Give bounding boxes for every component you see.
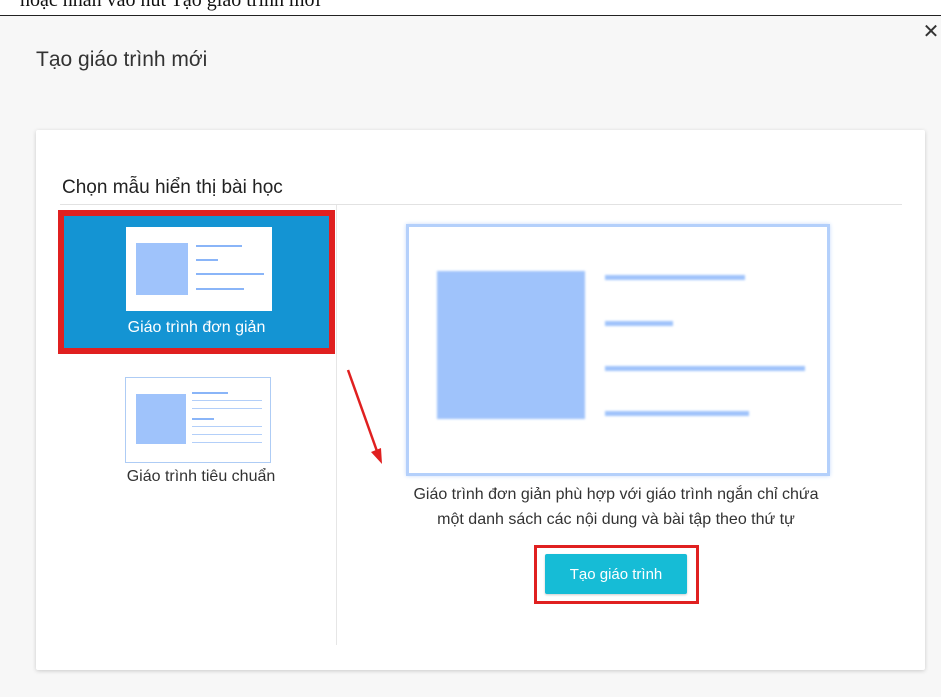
dialog-title: Tạo giáo trình mới	[36, 48, 208, 71]
column-divider	[336, 205, 337, 645]
template-picker-card: Chọn mẫu hiển thị bài học Giáo trình đơn…	[36, 130, 925, 670]
section-divider	[60, 204, 902, 205]
instruction-text: hoặc nhấn vào nút Tạo giáo trình mới	[20, 0, 321, 11]
close-icon[interactable]: ✕	[917, 18, 941, 46]
template-description: Giáo trình đơn giản phù hợp với giáo trì…	[356, 482, 876, 532]
simple-layout-icon	[136, 243, 264, 295]
description-line-1: Giáo trình đơn giản phù hợp với giáo trì…	[413, 486, 819, 503]
preview-layout-icon	[437, 271, 805, 419]
template-label-simple: Giáo trình đơn giản	[127, 319, 266, 336]
instruction-text-fragment: hoặc nhấn vào nút Tạo giáo trình mới	[0, 0, 941, 16]
template-option-standard[interactable]: Giáo trình tiêu chuẩn	[96, 375, 306, 495]
template-option-simple[interactable]: Giáo trình đơn giản	[58, 210, 335, 354]
template-label-standard: Giáo trình tiêu chuẩn	[126, 468, 276, 485]
annotation-arrow-icon	[346, 369, 382, 464]
template-preview	[406, 224, 830, 476]
standard-layout-icon	[136, 392, 262, 444]
section-title: Chọn mẫu hiển thị bài học	[62, 177, 283, 198]
description-line-2: một danh sách các nội dung và bài tập th…	[437, 511, 795, 528]
simple-template-thumbnail	[126, 227, 272, 311]
create-course-button[interactable]: Tạo giáo trình	[545, 554, 687, 594]
standard-template-thumbnail	[125, 377, 271, 463]
